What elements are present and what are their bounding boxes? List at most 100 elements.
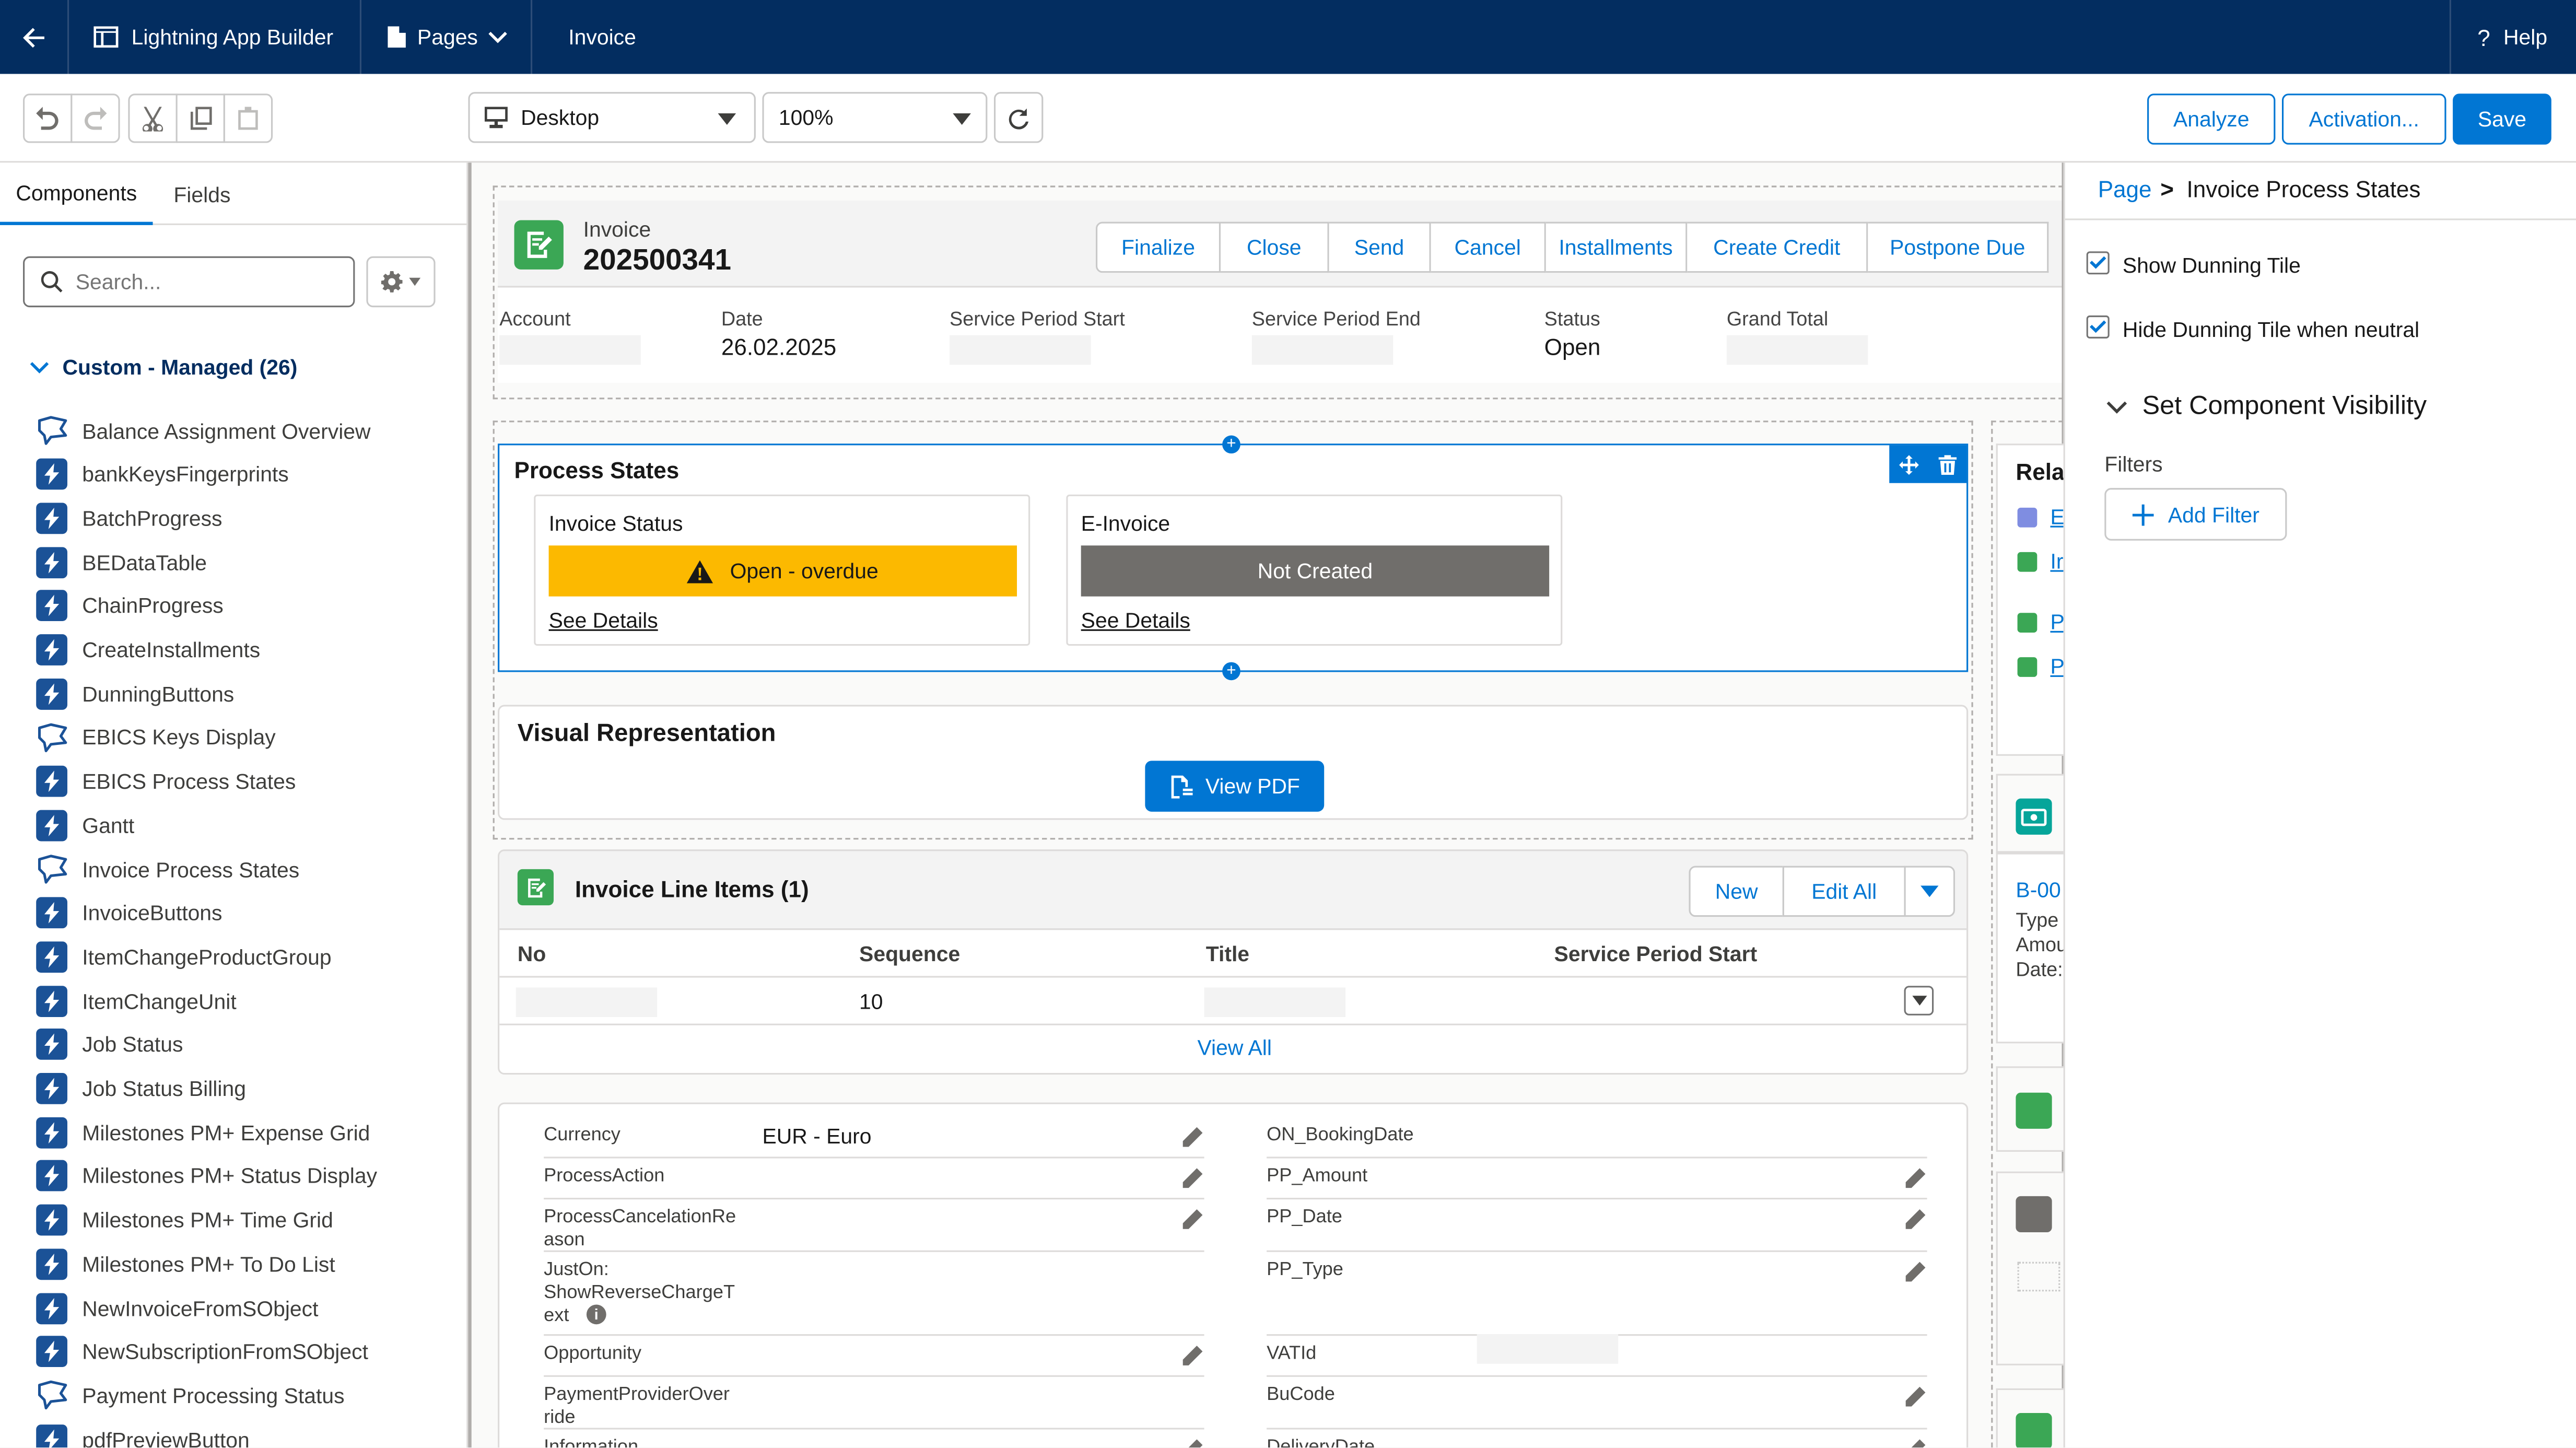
help-icon: ? xyxy=(2477,24,2490,50)
new-line-item-button[interactable]: New xyxy=(1689,866,1784,917)
related-link[interactable]: P xyxy=(2050,610,2063,634)
cut-button[interactable] xyxy=(128,94,178,143)
edit-pencil-icon[interactable] xyxy=(1181,1209,1204,1232)
paste-button[interactable] xyxy=(223,94,273,143)
related-link[interactable]: P xyxy=(2050,654,2063,679)
component-item[interactable]: Milestones PM+ Time Grid xyxy=(36,1202,333,1238)
breadcrumb-page-link[interactable]: Page xyxy=(2098,176,2152,202)
edit-pencil-icon[interactable] xyxy=(1181,1127,1204,1150)
related-link[interactable]: E xyxy=(2050,505,2063,529)
hide-dunning-label: Hide Dunning Tile when neutral xyxy=(2122,317,2420,342)
component-item[interactable]: Invoice Process States xyxy=(36,851,299,887)
component-item[interactable]: Gantt xyxy=(36,807,134,843)
component-item[interactable]: NewInvoiceFromSObject xyxy=(36,1290,319,1326)
edit-pencil-icon[interactable] xyxy=(1181,1346,1204,1369)
tab-fields[interactable]: Fields xyxy=(153,162,252,225)
edit-pencil-icon[interactable] xyxy=(1181,1439,1204,1448)
edit-pencil-icon[interactable] xyxy=(1181,1168,1204,1191)
lightning-bolt-icon xyxy=(36,678,67,709)
activation-button[interactable]: Activation... xyxy=(2281,94,2446,145)
related-list-menu-button[interactable] xyxy=(1904,866,1956,917)
refresh-button[interactable] xyxy=(993,92,1044,143)
search-icon xyxy=(41,271,63,293)
detail-field-label: PP_Date xyxy=(1267,1207,1342,1228)
component-item[interactable]: pdfPreviewButton xyxy=(36,1421,250,1448)
line-items-related-list[interactable]: Invoice Line Items (1) New Edit All No S… xyxy=(498,849,1969,1075)
section-custom-managed[interactable]: Custom - Managed (26) xyxy=(30,355,298,380)
action-button[interactable]: Installments xyxy=(1545,221,1688,273)
component-item[interactable]: DunningButtons xyxy=(36,675,234,711)
document-edit-icon xyxy=(2016,1092,2052,1129)
component-item[interactable]: Milestones PM+ Status Display xyxy=(36,1158,377,1194)
component-item[interactable]: Payment Processing Status xyxy=(36,1377,345,1414)
component-search[interactable] xyxy=(23,256,355,308)
pages-menu[interactable]: Pages xyxy=(361,0,533,74)
table-row[interactable]: 10 xyxy=(499,978,1967,1025)
action-button[interactable]: Cancel xyxy=(1431,221,1546,273)
move-handle[interactable] xyxy=(1889,445,1927,483)
edit-pencil-icon[interactable] xyxy=(1904,1209,1927,1232)
show-dunning-checkbox[interactable] xyxy=(2086,251,2110,275)
copy-button[interactable] xyxy=(175,94,225,143)
component-item[interactable]: ItemChangeProductGroup xyxy=(36,939,332,975)
redo-button[interactable] xyxy=(71,94,120,143)
edit-all-button[interactable]: Edit All xyxy=(1782,866,1906,917)
record-detail-component[interactable]: Currency EUR - Euro ProcessAction ProcessCa… xyxy=(498,1102,1969,1448)
action-button[interactable]: Finalize xyxy=(1095,221,1221,273)
component-item[interactable]: EBICS Process States xyxy=(36,763,296,799)
device-select[interactable]: Desktop xyxy=(468,92,756,143)
component-item[interactable]: bankKeysFingerprints xyxy=(36,456,289,492)
info-icon[interactable]: i xyxy=(586,1304,606,1325)
component-item[interactable]: ItemChangeUnit xyxy=(36,983,237,1019)
component-item[interactable]: Job Status Billing xyxy=(36,1070,246,1106)
add-component-below-icon[interactable]: + xyxy=(1222,662,1240,681)
search-input[interactable] xyxy=(75,269,338,295)
action-button[interactable]: Postpone Due xyxy=(1868,221,2049,273)
view-pdf-button[interactable]: View PDF xyxy=(1145,761,1325,812)
component-item[interactable]: ChainProgress xyxy=(36,588,224,624)
detail-field-label: Currency xyxy=(544,1125,620,1146)
lightning-bolt-icon xyxy=(36,459,67,490)
undo-button[interactable] xyxy=(23,94,73,143)
action-button[interactable]: Send xyxy=(1329,221,1431,273)
zoom-select[interactable]: 100% xyxy=(762,92,988,143)
action-button[interactable]: Close xyxy=(1221,221,1329,273)
action-button[interactable]: Create Credit xyxy=(1687,221,1868,273)
component-item[interactable]: NewSubscriptionFromSObject xyxy=(36,1334,368,1370)
component-item[interactable]: Milestones PM+ To Do List xyxy=(36,1246,335,1282)
edit-pencil-icon[interactable] xyxy=(1904,1262,1927,1285)
component-item[interactable]: Balance Assignment Overview xyxy=(36,412,371,448)
hide-dunning-checkbox[interactable] xyxy=(2086,315,2110,338)
add-component-above-icon[interactable]: + xyxy=(1222,435,1240,454)
see-details-link[interactable]: See Details xyxy=(1081,608,1190,633)
add-filter-button[interactable]: Add Filter xyxy=(2104,488,2287,541)
component-item[interactable]: BEDataTable xyxy=(36,544,207,580)
related-record-line: Type xyxy=(2016,908,2059,932)
help-button[interactable]: ? Help xyxy=(2449,0,2576,74)
edit-pencil-icon[interactable] xyxy=(1904,1168,1927,1191)
process-states-component[interactable]: Process States Invoice Status Open - ove… xyxy=(498,443,1969,672)
save-button[interactable]: Save xyxy=(2453,94,2551,145)
back-button[interactable] xyxy=(0,0,69,74)
see-details-link[interactable]: See Details xyxy=(549,608,658,633)
related-record-link[interactable]: B-00 xyxy=(2016,878,2060,902)
component-item[interactable]: Job Status xyxy=(36,1026,183,1062)
related-link[interactable]: Ir xyxy=(2050,549,2063,574)
component-item[interactable]: InvoiceButtons xyxy=(36,895,223,931)
component-item[interactable]: EBICS Keys Display xyxy=(36,719,276,755)
record-header[interactable]: Invoice 202500341 Finalize Close Send Cance… xyxy=(498,200,2062,383)
row-actions-button[interactable] xyxy=(1904,986,1934,1015)
visual-representation-component[interactable]: Visual Representation View PDF xyxy=(498,705,1969,820)
component-item[interactable]: Milestones PM+ Expense Grid xyxy=(36,1114,370,1150)
highlight-value xyxy=(950,335,1091,365)
delete-component-button[interactable] xyxy=(1927,445,1966,483)
edit-pencil-icon[interactable] xyxy=(1904,1386,1927,1410)
component-item[interactable]: BatchProgress xyxy=(36,500,222,536)
edit-pencil-icon[interactable] xyxy=(1904,1439,1927,1448)
tab-components[interactable]: Components xyxy=(0,162,153,225)
component-item[interactable]: CreateInstallments xyxy=(36,632,260,668)
analyze-button[interactable]: Analyze xyxy=(2147,94,2276,145)
view-all-link[interactable]: View All xyxy=(499,1035,1966,1060)
settings-menu-button[interactable] xyxy=(366,256,436,308)
visibility-section-toggle[interactable]: Set Component Visibility xyxy=(2106,393,2427,423)
